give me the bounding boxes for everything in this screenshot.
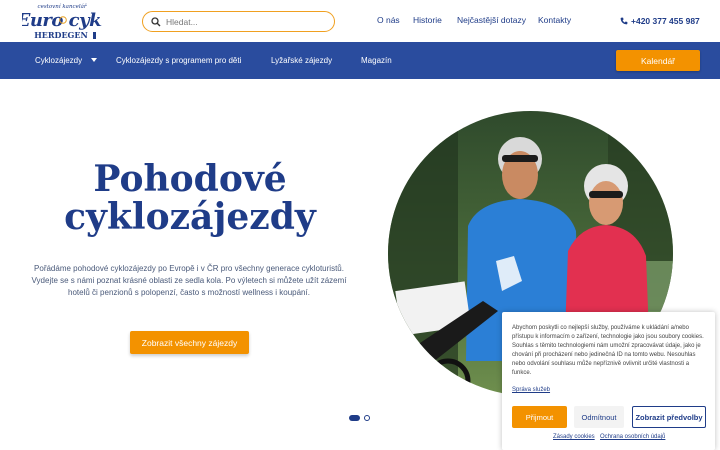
- manage-services-link[interactable]: Správa služeb: [512, 387, 550, 393]
- company-logo[interactable]: cestovní kancelář Euro cykl HERDEGEN: [22, 2, 102, 42]
- hero-title-line1: Pohodové: [93, 158, 287, 200]
- phone-link[interactable]: +420 377 455 987: [620, 16, 700, 26]
- menu-item-bike-tours[interactable]: Cyklozájezdy: [35, 56, 82, 65]
- cookie-consent-dialog: Abychom poskytli co nejlepší služby, pou…: [502, 312, 715, 450]
- logo-owner: HERDEGEN: [34, 30, 88, 40]
- search-input[interactable]: [166, 16, 326, 27]
- main-navigation: Cyklozájezdy Cyklozájezdy s programem pr…: [0, 42, 720, 79]
- nav-link-contacts[interactable]: Kontakty: [538, 15, 571, 25]
- nav-link-about[interactable]: O nás: [377, 15, 400, 25]
- slide-dot-2[interactable]: [364, 415, 370, 421]
- menu-item-ski-tours[interactable]: Lyžařské zájezdy: [271, 56, 332, 65]
- hero-title: Pohodové cyklozájezdy: [60, 160, 320, 236]
- nav-link-history[interactable]: Historie: [413, 15, 442, 25]
- cookie-consent-text: Abychom poskytli co nejlepší služby, pou…: [512, 325, 704, 377]
- accept-cookies-button[interactable]: Přijmout: [512, 406, 567, 428]
- chevron-down-icon[interactable]: [91, 58, 97, 62]
- hero-description: Pořádáme pohodové cyklozájezdy po Evropě…: [31, 264, 347, 297]
- phone-icon: [620, 17, 628, 25]
- show-all-tours-button[interactable]: Zobrazit všechny zájezdy: [130, 331, 249, 354]
- slider-pagination: [349, 415, 370, 421]
- search-icon: [151, 16, 161, 26]
- hero-title-line2: cyklozájezdy: [64, 196, 316, 238]
- privacy-policy-link[interactable]: Ochrana osobních údajů: [600, 434, 665, 440]
- deny-cookies-button[interactable]: Odmítnout: [574, 406, 624, 428]
- logo-tagline: cestovní kancelář: [38, 3, 87, 10]
- cookie-policy-link[interactable]: Zásady cookies: [553, 434, 595, 440]
- logo-brand: Euro cykl: [22, 10, 102, 31]
- top-bar: cestovní kancelář Euro cykl HERDEGEN O n…: [0, 0, 720, 42]
- slide-dot-1[interactable]: [349, 415, 360, 421]
- menu-item-magazine[interactable]: Magazín: [361, 56, 392, 65]
- nav-link-faq[interactable]: Nejčastější dotazy: [457, 15, 526, 25]
- calendar-button[interactable]: Kalendář: [616, 50, 700, 71]
- search-box[interactable]: [142, 11, 335, 32]
- show-preferences-button[interactable]: Zobrazit předvolby: [632, 406, 706, 428]
- phone-number: +420 377 455 987: [631, 16, 700, 26]
- menu-item-kids-tours[interactable]: Cyklozájezdy s programem pro děti: [116, 56, 241, 65]
